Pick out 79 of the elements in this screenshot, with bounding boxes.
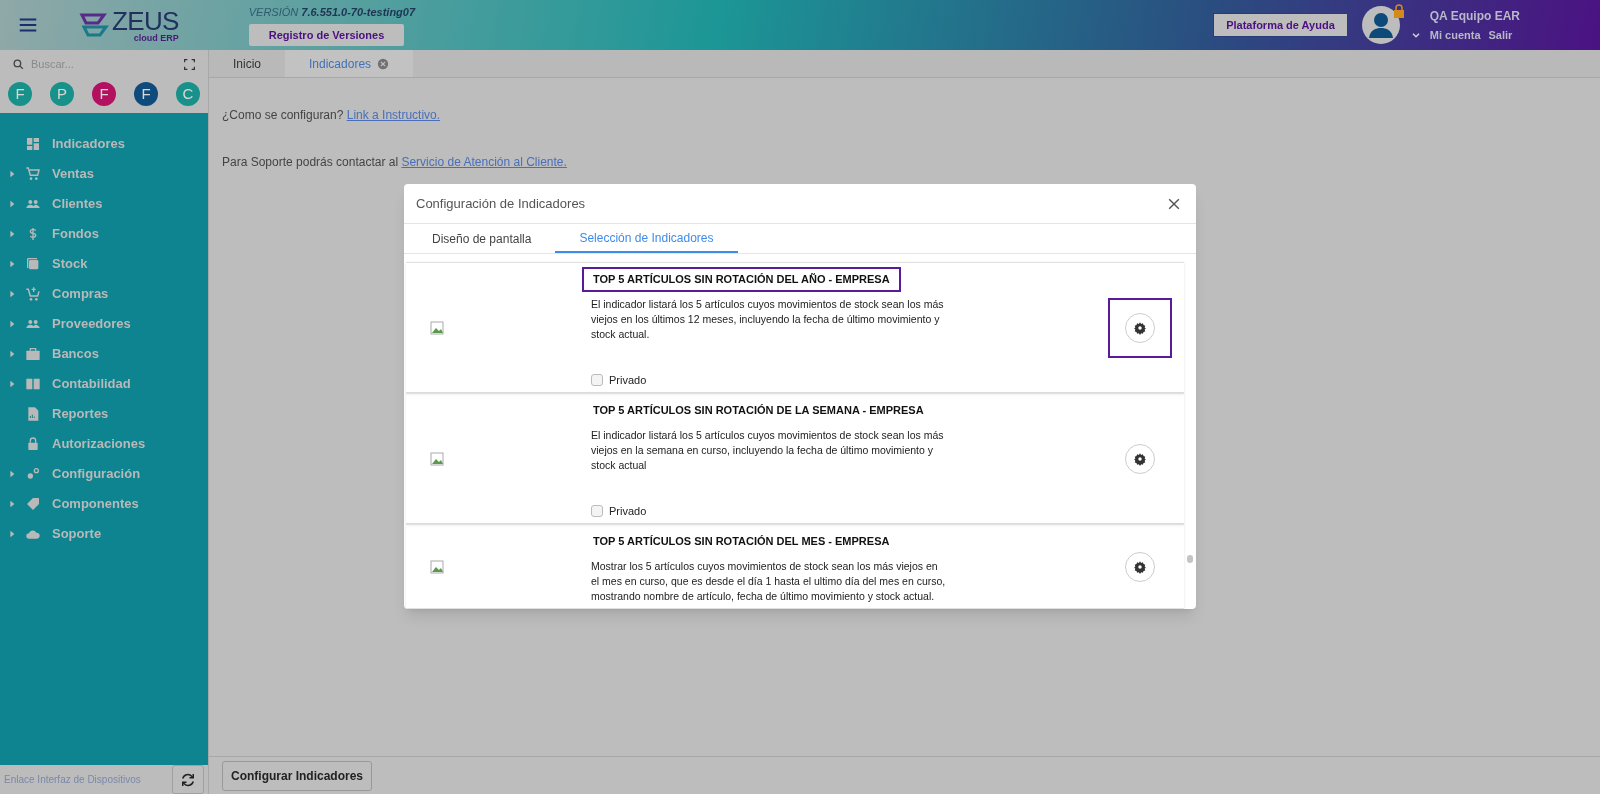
info-text: ¿Como se configuran? Link a Instructivo. bbox=[222, 107, 442, 124]
caret-icon bbox=[8, 529, 16, 539]
caret-icon bbox=[8, 379, 16, 389]
book-icon bbox=[25, 376, 41, 392]
settings-icon bbox=[1133, 320, 1147, 335]
broken-image-icon bbox=[430, 559, 444, 574]
private-label: Privado bbox=[609, 503, 647, 519]
configure-button[interactable]: Configurar Indicadores bbox=[222, 760, 373, 791]
sidebar-item[interactable]: Compras bbox=[0, 279, 208, 309]
caret-icon bbox=[8, 229, 16, 239]
indicator-title: TOP 5 ARTÍCULOS SIN ROTACIÓN DE LA SEMANA - EMPRESA bbox=[592, 403, 925, 418]
sidebar-item[interactable]: Clientes bbox=[0, 189, 208, 219]
lock-icon bbox=[1391, 4, 1406, 18]
caret-icon bbox=[8, 169, 16, 179]
private-checkbox[interactable] bbox=[591, 373, 603, 386]
caret-icon bbox=[8, 289, 16, 299]
link[interactable]: Link a Instructivo. bbox=[346, 108, 441, 122]
fullscreen-icon bbox=[183, 57, 196, 71]
broken-image-icon bbox=[430, 320, 444, 335]
lock-icon bbox=[25, 436, 41, 452]
info-text: Para Soporte podrás contactar al Servicio de Atención al Cliente. bbox=[222, 154, 568, 171]
sidebar-item[interactable]: Componentes bbox=[0, 489, 208, 519]
settings-button[interactable] bbox=[1125, 551, 1155, 582]
indicator-description: El indicador listará los 5 artículos cuyos movimientos de stock sean los más viejos en los últimos 12 meses, incluyendo la fecha de último movimiento y stock actual. bbox=[591, 296, 945, 342]
settings-button[interactable] bbox=[1125, 443, 1155, 474]
gears-icon bbox=[25, 466, 41, 482]
user-name: QA Equipo EAR bbox=[1429, 7, 1520, 25]
sidebar-item[interactable]: Ventas bbox=[0, 159, 208, 189]
sidebar-item[interactable]: Indicadores bbox=[0, 129, 208, 159]
help-button[interactable]: Plataforma de Ayuda bbox=[1213, 12, 1348, 38]
refresh-button[interactable] bbox=[172, 765, 204, 794]
sidebar-item[interactable]: Contabilidad bbox=[0, 369, 208, 399]
indicator-title: TOP 5 ARTÍCULOS SIN ROTACIÓN DEL AÑO - EMPRESA bbox=[582, 267, 901, 292]
indicator-title: TOP 5 ARTÍCULOS SIN ROTACIÓN DEL MES - EMPRESA bbox=[592, 534, 891, 549]
tab[interactable]: Indicadores bbox=[285, 50, 414, 77]
sidebar-item[interactable]: Bancos bbox=[0, 339, 208, 369]
caret-icon bbox=[8, 499, 16, 509]
version-text: VERSIÓN 7.6.551.0-70-testing07 bbox=[248, 5, 416, 20]
modal-tab[interactable]: Selección de Indicadores bbox=[555, 224, 738, 253]
link[interactable]: Servicio de Atención al Cliente. bbox=[401, 155, 567, 169]
stack-icon bbox=[25, 256, 41, 272]
cart-plus-icon bbox=[25, 286, 41, 302]
versions-button[interactable]: Registro de Versiones bbox=[248, 23, 405, 46]
close-icon bbox=[377, 57, 390, 70]
briefcase-icon bbox=[25, 346, 41, 362]
private-checkbox[interactable] bbox=[591, 504, 603, 517]
settings-icon bbox=[1133, 559, 1147, 574]
search-icon bbox=[12, 57, 25, 71]
account-link[interactable]: Mi cuenta bbox=[1429, 26, 1481, 44]
report-icon bbox=[25, 406, 41, 422]
caret-icon bbox=[8, 349, 16, 359]
sidebar-item[interactable]: Autorizaciones bbox=[0, 429, 208, 459]
caret-icon bbox=[8, 199, 16, 209]
private-label: Privado bbox=[609, 372, 647, 388]
settings-icon bbox=[1133, 451, 1147, 466]
broken-image-icon bbox=[430, 451, 444, 466]
tab[interactable]: Inicio bbox=[209, 50, 285, 77]
sidebar-item[interactable]: Fondos bbox=[0, 219, 208, 249]
modal-tab[interactable]: Diseño de pantalla bbox=[408, 224, 556, 253]
indicator-description: Mostrar los 5 artículos cuyos movimientos de stock sean los más viejos en el mes en curso, que es desde el día 1 hasta el ultimo día del mes en curso, mostrando nombre de artículo, fecha de último movimiento y stock actual. bbox=[591, 558, 946, 604]
caret-icon bbox=[8, 319, 16, 329]
sidebar-item[interactable]: Soporte bbox=[0, 519, 208, 549]
scrollbar-thumb[interactable] bbox=[1187, 555, 1193, 563]
dashboard-icon bbox=[25, 136, 41, 152]
sidebar-item[interactable]: Configuración bbox=[0, 459, 208, 489]
modal-title: Configuración de Indicadores bbox=[416, 194, 586, 213]
indicator-description: El indicador listará los 5 artículos cuyos movimientos de stock sean los más viejos en la semana en curso, incluyendo la fecha de último movimiento y stock actual bbox=[591, 427, 945, 473]
sidebar-item[interactable]: Reportes bbox=[0, 399, 208, 429]
settings-button[interactable] bbox=[1125, 312, 1155, 343]
logo-text: ZEUS bbox=[112, 7, 179, 34]
caret-icon bbox=[8, 259, 16, 269]
tag-icon bbox=[25, 496, 41, 512]
device-link-text: Enlace Interfaz de Dispositivos bbox=[4, 773, 141, 787]
logout-link[interactable]: Salir bbox=[1488, 26, 1513, 44]
logo-subtitle: cloud ERP bbox=[133, 33, 179, 43]
cart-icon bbox=[25, 166, 41, 182]
sidebar-item[interactable]: Proveedores bbox=[0, 309, 208, 339]
caret-icon bbox=[8, 469, 16, 479]
sidebar-item[interactable]: Stock bbox=[0, 249, 208, 279]
